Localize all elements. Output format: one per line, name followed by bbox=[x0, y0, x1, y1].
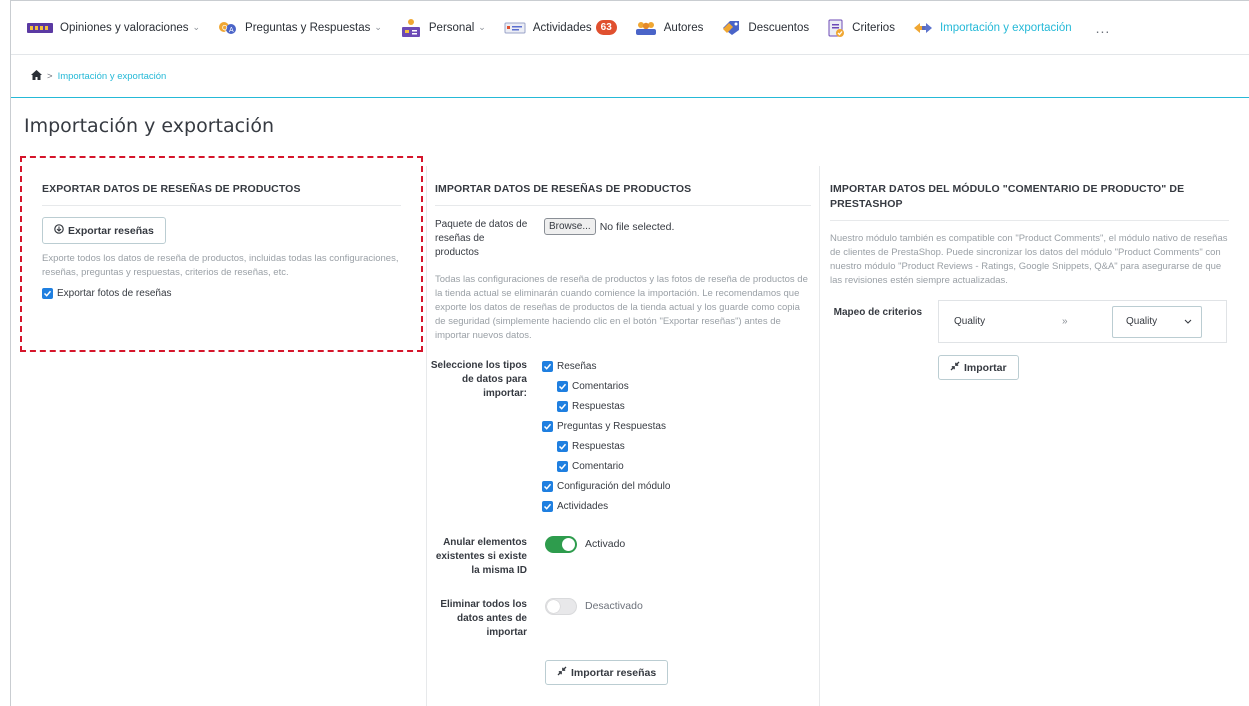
criteria-mapping-row: Quality » Quality bbox=[938, 300, 1227, 343]
browse-file-button[interactable]: Browse... bbox=[544, 218, 596, 235]
type-label: Actividades bbox=[557, 500, 609, 512]
svg-text:A: A bbox=[229, 27, 234, 34]
nav-opiniones[interactable]: Opiniones y valoraciones ⌄ bbox=[27, 13, 200, 43]
import-heading: IMPORTAR DATOS DE RESEÑAS DE PRODUCTOS bbox=[435, 166, 811, 206]
svg-text:Q: Q bbox=[222, 25, 228, 32]
type-label: Preguntas y Respuestas bbox=[557, 420, 666, 432]
checkbox-checked-icon bbox=[42, 287, 53, 299]
nav-personal[interactable]: Personal ⌄ bbox=[400, 13, 486, 43]
prestashop-import-button[interactable]: Importar bbox=[938, 355, 1019, 380]
checkbox-checked-icon bbox=[557, 380, 568, 392]
checkbox-checked-icon bbox=[542, 360, 553, 372]
nav-label: Importación y exportación bbox=[939, 21, 1072, 34]
breadcrumb-separator: > bbox=[47, 70, 53, 82]
override-toggle[interactable] bbox=[545, 536, 577, 553]
criteria-mapping-label: Mapeo de criterios bbox=[833, 307, 922, 318]
file-status-text: No file selected. bbox=[599, 221, 675, 233]
export-photos-label: Exportar fotos de reseñas bbox=[57, 287, 172, 299]
type-label: Comentario bbox=[572, 460, 624, 472]
nav-label: Preguntas y Respuestas bbox=[245, 21, 371, 34]
qa-bubbles-icon: QA bbox=[218, 21, 238, 35]
type-label: Respuestas bbox=[572, 440, 625, 452]
more-menu-icon[interactable]: ... bbox=[1096, 20, 1111, 36]
discount-tag-icon bbox=[721, 20, 741, 36]
nav-importacion-exportacion[interactable]: Importación y exportación bbox=[913, 13, 1072, 43]
nav-label: Personal bbox=[428, 21, 475, 34]
target-criterion-select[interactable]: Quality bbox=[1112, 305, 1202, 338]
checkbox-checked-icon bbox=[557, 440, 568, 452]
export-photos-checkbox[interactable]: Exportar fotos de reseñas bbox=[42, 283, 401, 303]
prestashop-heading: IMPORTAR DATOS DEL MÓDULO "COMENTARIO DE… bbox=[830, 166, 1229, 221]
nav-label: Descuentos bbox=[748, 21, 810, 34]
nav-autores[interactable]: Autores bbox=[635, 13, 704, 43]
checkbox-checked-icon bbox=[542, 420, 553, 432]
import-export-icon bbox=[913, 21, 933, 35]
breadcrumb: > Importación y exportación bbox=[11, 55, 1249, 98]
target-criterion-value: Quality bbox=[1126, 316, 1158, 327]
prestashop-help-text: Nuestro módulo también es compatible con… bbox=[830, 233, 1228, 286]
breadcrumb-current[interactable]: Importación y exportación bbox=[58, 71, 167, 82]
nav-label: Actividades bbox=[532, 21, 592, 34]
page-title: Importación y exportación bbox=[24, 115, 274, 137]
staff-icon bbox=[400, 18, 422, 38]
export-reviews-label: Exportar reseñas bbox=[68, 224, 154, 237]
type-label: Comentarios bbox=[572, 380, 629, 392]
override-state: Activado bbox=[585, 538, 626, 550]
type-checkbox-preguntas[interactable]: Preguntas y Respuestas bbox=[542, 416, 670, 436]
activities-count-badge: 63 bbox=[595, 20, 617, 35]
checkbox-checked-icon bbox=[557, 400, 568, 412]
delete-all-toggle[interactable] bbox=[545, 598, 577, 615]
checkbox-checked-icon bbox=[542, 480, 553, 492]
rating-bars-icon bbox=[27, 22, 53, 34]
type-label: Respuestas bbox=[572, 400, 625, 412]
prestashop-import-section: IMPORTAR DATOS DEL MÓDULO "COMENTARIO DE… bbox=[820, 166, 1239, 380]
chevron-down-icon: ⌄ bbox=[374, 22, 382, 32]
compress-arrows-icon bbox=[950, 361, 960, 374]
import-reviews-button[interactable]: Importar reseñas bbox=[545, 660, 669, 685]
nav-actividades[interactable]: Actividades 63 bbox=[504, 13, 617, 43]
top-navigation: Opiniones y valoraciones ⌄ QA Preguntas … bbox=[11, 1, 1249, 55]
criteria-clipboard-icon bbox=[827, 18, 845, 38]
type-checkbox-configuracion[interactable]: Configuración del módulo bbox=[542, 476, 670, 496]
type-checkbox-respuestas[interactable]: Respuestas bbox=[557, 396, 670, 416]
nav-criterios[interactable]: Criterios bbox=[827, 13, 895, 43]
nav-descuentos[interactable]: Descuentos bbox=[721, 13, 809, 43]
type-label: Reseñas bbox=[557, 360, 597, 372]
activities-icon bbox=[504, 21, 526, 35]
prestashop-import-label: Importar bbox=[964, 361, 1007, 374]
export-reviews-button[interactable]: Exportar reseñas bbox=[42, 217, 166, 244]
checkbox-checked-icon bbox=[542, 500, 553, 512]
type-checkbox-comentario[interactable]: Comentario bbox=[557, 456, 670, 476]
authors-icon bbox=[635, 21, 657, 35]
nav-preguntas[interactable]: QA Preguntas y Respuestas ⌄ bbox=[218, 13, 382, 43]
data-types-label: Seleccione los tipos de datos para impor… bbox=[430, 360, 527, 399]
source-criterion: Quality bbox=[954, 316, 986, 327]
export-heading: EXPORTAR DATOS DE RESEÑAS DE PRODUCTOS bbox=[42, 166, 401, 206]
chevron-down-icon: ⌄ bbox=[478, 22, 486, 32]
type-checkbox-actividades[interactable]: Actividades bbox=[542, 496, 670, 516]
export-help-text: Exporte todos los datos de reseña de pro… bbox=[42, 253, 399, 278]
import-warning-text: Todas las configuraciones de reseña de p… bbox=[435, 274, 808, 341]
nav-label: Autores bbox=[663, 21, 704, 34]
delete-all-label: Eliminar todos los datos antes de import… bbox=[440, 599, 527, 638]
home-icon[interactable] bbox=[31, 69, 42, 83]
type-checkbox-resenas[interactable]: Reseñas bbox=[542, 356, 670, 376]
map-arrow-icon: » bbox=[1062, 316, 1068, 327]
nav-label: Opiniones y valoraciones bbox=[60, 21, 189, 34]
type-checkbox-qa-respuestas[interactable]: Respuestas bbox=[557, 436, 670, 456]
type-label: Configuración del módulo bbox=[557, 480, 671, 492]
delete-all-state: Desactivado bbox=[585, 600, 643, 612]
chevron-down-icon bbox=[1184, 316, 1192, 327]
compress-arrows-icon bbox=[557, 666, 567, 679]
export-section: EXPORTAR DATOS DE RESEÑAS DE PRODUCTOS E… bbox=[20, 166, 423, 303]
export-circle-icon bbox=[54, 224, 64, 237]
override-label: Anular elementos existentes si existe la… bbox=[435, 537, 527, 576]
import-section: IMPORTAR DATOS DE RESEÑAS DE PRODUCTOS P… bbox=[426, 166, 820, 706]
type-checkbox-comentarios[interactable]: Comentarios bbox=[557, 376, 670, 396]
chevron-down-icon: ⌄ bbox=[192, 22, 201, 32]
file-upload-label: Paquete de datos de reseñas de productos bbox=[435, 219, 528, 258]
nav-label: Criterios bbox=[852, 21, 895, 34]
import-reviews-label: Importar reseñas bbox=[571, 666, 657, 679]
checkbox-checked-icon bbox=[557, 460, 568, 472]
